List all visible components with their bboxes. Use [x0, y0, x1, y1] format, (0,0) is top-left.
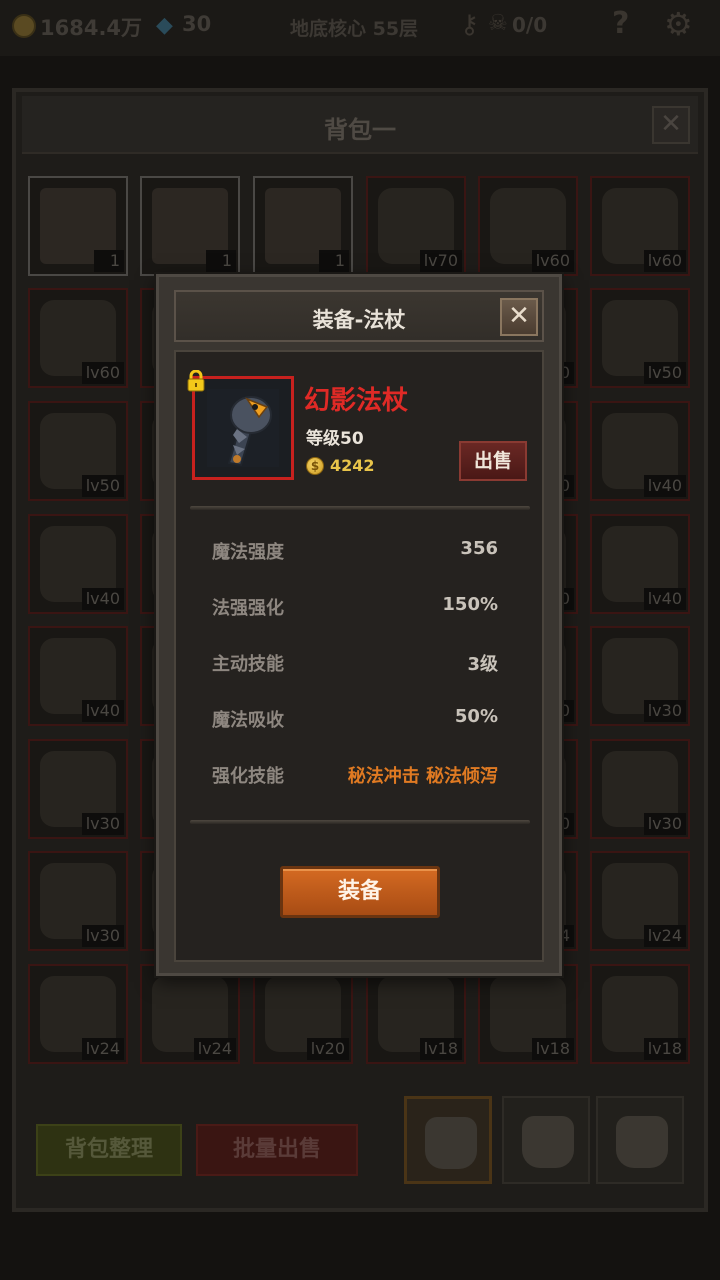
inventory-slot[interactable]: lv30 — [28, 739, 128, 839]
slot-badge: lv40 — [81, 588, 124, 610]
slot-badge: lv18 — [419, 1038, 462, 1060]
inventory-slot[interactable]: lv18 — [478, 964, 578, 1064]
slot-badge: lv60 — [531, 250, 574, 272]
slot-badge: lv24 — [193, 1038, 236, 1060]
inventory-slot[interactable]: lv24 — [140, 964, 240, 1064]
inventory-slot[interactable]: lv50 — [590, 288, 690, 388]
slot-badge: lv30 — [81, 813, 124, 835]
inventory-slot[interactable]: lv40 — [28, 514, 128, 614]
skull-icon: ☠ — [488, 11, 508, 36]
staff-icon — [207, 389, 279, 467]
bag-icon — [522, 1116, 574, 1168]
gear-icon[interactable]: ⚙ — [664, 5, 693, 43]
gold-coin-icon — [12, 14, 36, 38]
slot-badge: lv50 — [643, 362, 686, 384]
slot-badge: lv30 — [643, 700, 686, 722]
bag-icon — [425, 1117, 477, 1169]
gold-amount: 1684.4万 — [40, 16, 143, 40]
slot-badge: lv70 — [419, 250, 462, 272]
bag-tab-3[interactable] — [596, 1096, 684, 1184]
floor-label: 地底核心 55层 — [290, 18, 419, 40]
dialog-title: 装备-法杖 — [312, 308, 406, 332]
sort-bag-button[interactable]: 背包整理 — [36, 1124, 182, 1176]
inventory-slot[interactable]: lv60 — [590, 176, 690, 276]
inventory-slot[interactable]: 1 — [28, 176, 128, 276]
sell-button[interactable]: 出售 — [459, 441, 527, 481]
inventory-slot[interactable]: lv30 — [590, 626, 690, 726]
slot-badge: lv60 — [81, 362, 124, 384]
slot-badge: lv40 — [643, 588, 686, 610]
top-status-bar: 1684.4万 ◆ 30 地底核心 55层 ⚷ ☠ 0/0 ? ⚙ — [0, 0, 720, 56]
equip-button[interactable]: 装备 — [280, 866, 440, 918]
item-price: 4242 — [330, 456, 375, 475]
inventory-slot[interactable]: lv50 — [28, 401, 128, 501]
inventory-slot[interactable]: lv60 — [478, 176, 578, 276]
stat-value: 3级 — [467, 654, 498, 675]
item-portrait — [192, 376, 294, 480]
gem-icon: ◆ — [156, 13, 173, 38]
inventory-slot[interactable]: lv24 — [28, 964, 128, 1064]
slot-badge: 1 — [319, 250, 349, 272]
slot-badge: lv20 — [306, 1038, 349, 1060]
key-count: 0/0 — [512, 13, 548, 37]
slot-badge: 1 — [94, 250, 124, 272]
stat-value: 50% — [454, 706, 498, 727]
inventory-slot[interactable]: lv18 — [366, 964, 466, 1064]
inventory-slot[interactable]: lv20 — [253, 964, 353, 1064]
slot-badge: lv24 — [643, 925, 686, 947]
inventory-slot[interactable]: lv70 — [366, 176, 466, 276]
item-level: 等级50 — [306, 429, 364, 449]
stat-value: 356 — [460, 538, 498, 559]
inventory-slot[interactable]: 1 — [253, 176, 353, 276]
stat-value: 150% — [442, 594, 498, 615]
inventory-slot[interactable]: lv40 — [28, 626, 128, 726]
slot-badge: lv18 — [531, 1038, 574, 1060]
inventory-slot[interactable]: lv60 — [28, 288, 128, 388]
divider — [190, 506, 530, 510]
stat-label: 魔法强度 — [212, 542, 284, 563]
slot-badge: lv60 — [643, 250, 686, 272]
lock-icon[interactable] — [186, 370, 206, 392]
slot-badge: lv18 — [643, 1038, 686, 1060]
slot-badge: lv40 — [643, 475, 686, 497]
stat-label: 魔法吸收 — [212, 710, 284, 731]
backpack-close-button[interactable]: ✕ — [652, 106, 690, 144]
bag-tab-1[interactable] — [404, 1096, 492, 1184]
slot-badge: lv50 — [81, 475, 124, 497]
enhance-skills-value: 秘法冲击 秘法倾泻 — [347, 766, 498, 787]
inventory-slot[interactable]: 1 — [140, 176, 240, 276]
slot-badge: lv30 — [643, 813, 686, 835]
stat-label: 强化技能 — [212, 766, 284, 787]
inventory-slot[interactable]: lv40 — [590, 401, 690, 501]
key-icon: ⚷ — [460, 10, 480, 40]
inventory-slot[interactable]: lv30 — [590, 739, 690, 839]
slot-badge: lv30 — [81, 925, 124, 947]
slot-badge: lv24 — [81, 1038, 124, 1060]
item-name: 幻影法杖 — [304, 386, 409, 416]
help-icon[interactable]: ? — [612, 6, 629, 41]
gem-count: 30 — [182, 12, 212, 36]
inventory-slot[interactable]: lv18 — [590, 964, 690, 1064]
inventory-slot[interactable]: lv24 — [590, 851, 690, 951]
gold-coin-icon: $ — [306, 457, 324, 475]
bulk-sell-button[interactable]: 批量出售 — [196, 1124, 358, 1176]
inventory-slot[interactable]: lv40 — [590, 514, 690, 614]
bag-tab-2[interactable] — [502, 1096, 590, 1184]
slot-badge: 1 — [206, 250, 236, 272]
backpack-title: 背包一 — [324, 116, 396, 144]
stat-label: 法强强化 — [212, 598, 284, 619]
bag-icon — [616, 1116, 668, 1168]
stat-label: 主动技能 — [212, 654, 284, 675]
dialog-close-button[interactable]: ✕ — [500, 298, 538, 336]
divider — [190, 820, 530, 824]
inventory-slot[interactable]: lv30 — [28, 851, 128, 951]
slot-badge: lv40 — [81, 700, 124, 722]
